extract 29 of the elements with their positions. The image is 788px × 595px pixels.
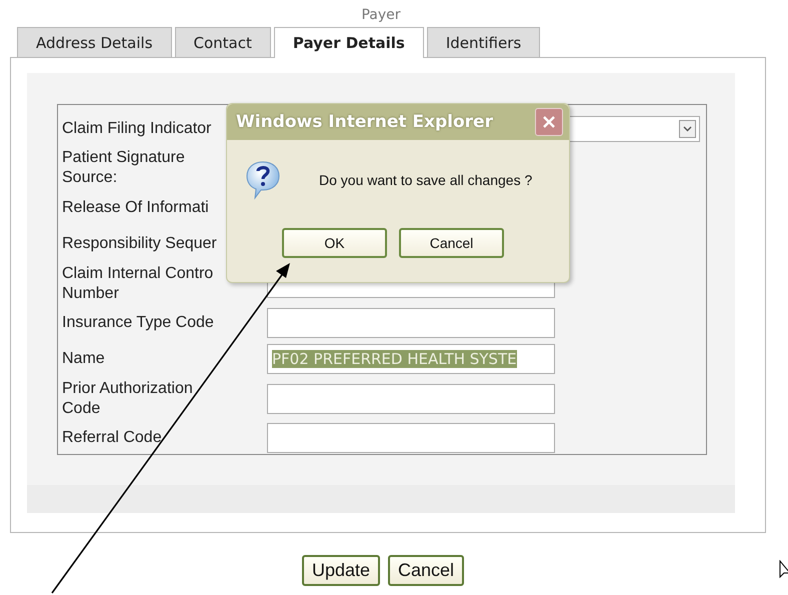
input-field[interactable] <box>267 423 555 454</box>
field-label: Prior Authorization Code <box>62 378 194 419</box>
close-button[interactable] <box>535 108 563 136</box>
form-button[interactable]: Update <box>302 555 380 586</box>
tab[interactable]: Payer Details <box>274 27 424 58</box>
field-label: Claim Filing Indicator <box>62 118 212 138</box>
dialog-button[interactable]: Cancel <box>399 228 504 258</box>
field-label: Release Of Informati <box>62 198 210 218</box>
input-field[interactable] <box>267 384 555 414</box>
close-icon <box>542 115 556 129</box>
dialog-title: Windows Internet Explorer <box>236 112 493 132</box>
form-button[interactable]: Cancel <box>388 555 464 586</box>
field-label: Insurance Type Code <box>62 313 215 334</box>
input-field[interactable] <box>267 308 555 338</box>
field-label: Claim Internal Contro Number <box>62 264 214 304</box>
caret-icon <box>679 120 696 138</box>
page-title: Payer <box>360 6 402 25</box>
field-value: PF02 PREFERRED HEALTH SYSTE <box>272 350 517 368</box>
field-label: Name <box>62 349 106 370</box>
question-icon <box>245 160 281 200</box>
field-label: Responsibility Sequer <box>62 234 218 254</box>
field-label: Patient Signature Source: <box>62 148 186 188</box>
tab[interactable]: Identifiers <box>426 27 540 57</box>
mouse-cursor-icon <box>779 560 788 580</box>
field-label: Referral Code <box>62 428 163 448</box>
dialog-message: Do you want to save all changes ? <box>319 172 532 188</box>
dialog-button[interactable]: OK <box>282 228 387 258</box>
tab[interactable]: Contact <box>174 27 271 57</box>
tab[interactable]: Address Details <box>17 27 172 57</box>
